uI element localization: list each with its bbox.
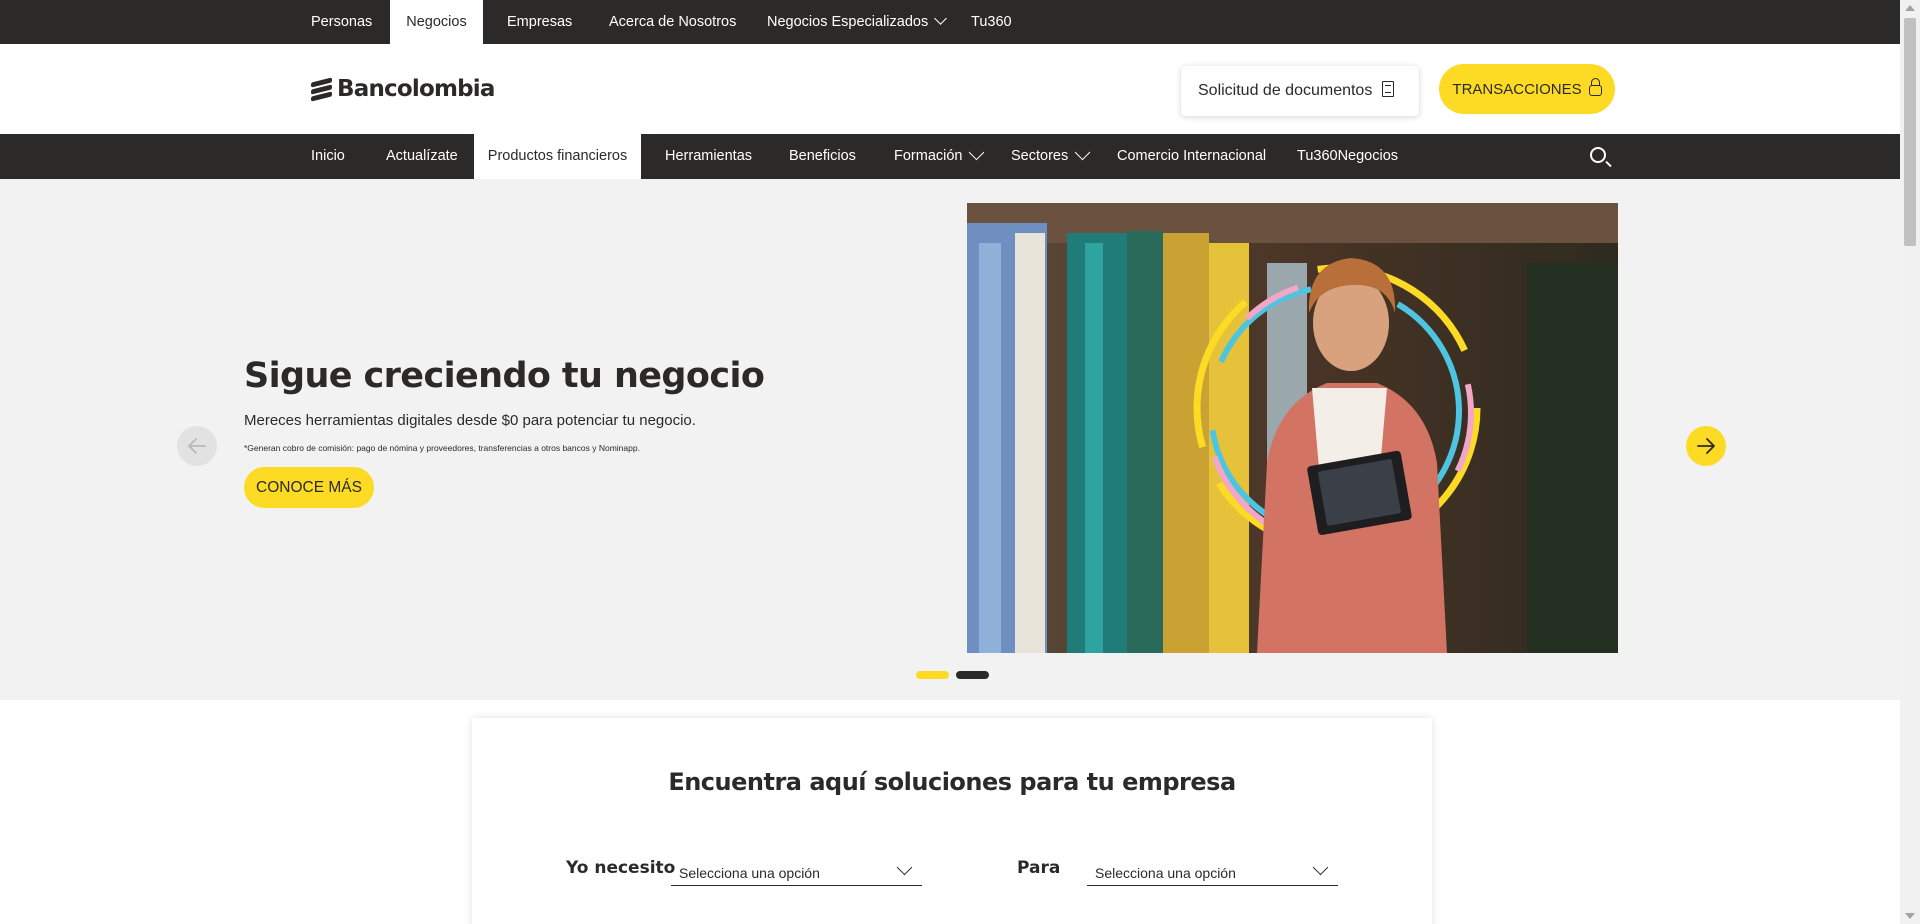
main-nav-inicio[interactable]: Inicio: [311, 134, 345, 179]
top-nav-negocios-especializados-label: Negocios Especializados: [767, 14, 929, 30]
need-select-value: Selecciona una opción: [679, 865, 820, 881]
bancolombia-logo-icon: [311, 77, 332, 102]
carousel-dot-1[interactable]: [916, 671, 949, 679]
main-nav-herramientas[interactable]: Herramientas: [665, 134, 752, 179]
for-label: Para: [1017, 858, 1061, 878]
arrow-right-icon: [1697, 438, 1715, 454]
main-nav-comercio-internacional[interactable]: Comercio Internacional: [1117, 134, 1266, 179]
top-nav-empresas[interactable]: Empresas: [507, 0, 572, 44]
top-nav-tu360[interactable]: Tu360: [971, 0, 1012, 44]
main-nav: Inicio Actualízate Productos financieros…: [0, 134, 1900, 179]
search-icon[interactable]: [1590, 147, 1606, 163]
scroll-down-icon[interactable]: [1905, 913, 1915, 919]
top-nav: Personas Negocios Empresas Acerca de Nos…: [0, 0, 1900, 44]
logo-text: Bancolombia: [337, 76, 495, 102]
hero-title: Sigue creciendo tu negocio: [244, 356, 765, 396]
site-header: Bancolombia Solicitud de documentos TRAN…: [0, 44, 1900, 134]
chevron-down-icon: [1312, 859, 1329, 876]
lock-icon: [1588, 77, 1602, 96]
document-request-button[interactable]: Solicitud de documentos: [1181, 66, 1419, 116]
top-nav-personas[interactable]: Personas: [311, 0, 372, 44]
for-select-value: Selecciona una opción: [1095, 865, 1236, 881]
chevron-down-icon[interactable]: [1074, 144, 1091, 161]
scroll-up-icon[interactable]: [1905, 5, 1915, 11]
main-nav-beneficios[interactable]: Beneficios: [789, 134, 856, 179]
transactions-button[interactable]: TRANSACCIONES: [1439, 64, 1615, 114]
main-nav-actualizate[interactable]: Actualízate: [386, 134, 458, 179]
page-scrollbar[interactable]: [1900, 0, 1920, 924]
carousel-dot-2[interactable]: [956, 671, 989, 679]
document-icon: [1382, 81, 1395, 97]
transactions-label: TRANSACCIONES: [1452, 80, 1582, 98]
arrow-left-icon: [188, 438, 206, 454]
carousel-prev-button[interactable]: [177, 426, 217, 466]
carousel-next-button[interactable]: [1686, 426, 1726, 466]
main-nav-formacion[interactable]: Formación: [894, 134, 963, 179]
solutions-title: Encuentra aquí soluciones para tu empres…: [668, 768, 1236, 796]
conoce-mas-button[interactable]: CONOCE MÁS: [244, 467, 374, 508]
chevron-down-icon[interactable]: [968, 144, 985, 161]
hero-footnote: *Generan cobro de comisión: pago de nómi…: [244, 443, 640, 453]
chevron-down-icon: [896, 859, 913, 876]
scrollbar-thumb[interactable]: [1904, 18, 1916, 246]
top-nav-acerca[interactable]: Acerca de Nosotros: [609, 0, 736, 44]
for-select[interactable]: Selecciona una opción: [1087, 856, 1338, 886]
main-nav-sectores[interactable]: Sectores: [1011, 134, 1068, 179]
main-nav-productos-financieros[interactable]: Productos financieros: [474, 134, 641, 179]
hero-photo-illustration: [967, 203, 1618, 653]
need-select[interactable]: Selecciona una opción: [671, 856, 922, 886]
top-nav-negocios-especializados[interactable]: Negocios Especializados: [767, 0, 948, 44]
hero-carousel: Sigue creciendo tu negocio Mereces herra…: [0, 179, 1900, 700]
chevron-down-icon: [934, 12, 948, 25]
need-label: Yo necesito: [566, 858, 676, 878]
hero-image: [967, 203, 1618, 653]
document-request-label: Solicitud de documentos: [1198, 82, 1373, 99]
top-nav-negocios[interactable]: Negocios: [390, 0, 483, 44]
bancolombia-logo[interactable]: Bancolombia: [311, 75, 495, 103]
hero-subtitle: Mereces herramientas digitales desde $0 …: [244, 412, 696, 429]
main-nav-tu360negocios[interactable]: Tu360Negocios: [1297, 134, 1398, 179]
solutions-finder: Encuentra aquí soluciones para tu empres…: [472, 718, 1432, 924]
